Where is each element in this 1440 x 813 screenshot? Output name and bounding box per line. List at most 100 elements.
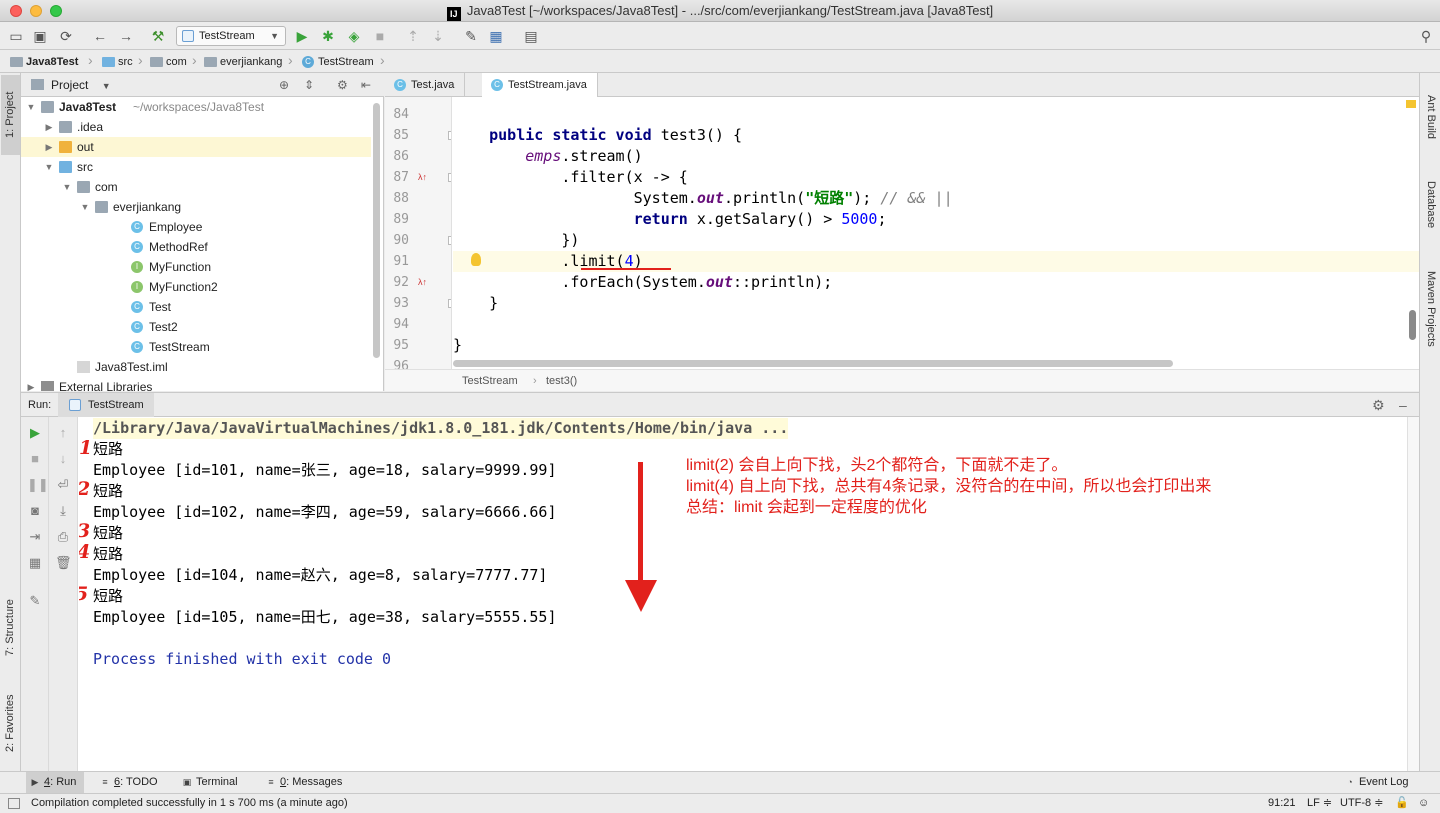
bottom-tab-messages[interactable]: ≡ 0: Messages (262, 772, 350, 793)
hide-icon[interactable]: ⇤ (361, 73, 371, 97)
editor-vertical-scrollbar[interactable] (1409, 310, 1416, 340)
project-tree-item[interactable]: C Employee (21, 217, 371, 237)
breadcrumb-com[interactable]: com (148, 54, 187, 70)
inspector-icon[interactable]: ☺ (1418, 794, 1429, 813)
project-tree-item[interactable]: I MyFunction (21, 257, 371, 277)
pause-icon[interactable]: ❚❚ (27, 477, 49, 493)
tool-tab-favorites[interactable]: 2: Favorites (1, 683, 20, 763)
tool-tab-structure[interactable]: 7: Structure (1, 588, 20, 668)
tool-tab-database[interactable]: Database (1421, 181, 1440, 241)
chevron-right-icon[interactable]: ▶ (43, 117, 55, 137)
run-tab-teststream[interactable]: TestStream (58, 393, 154, 417)
fold-marker-icon[interactable] (448, 236, 451, 245)
print-icon[interactable]: ⎙ (55, 529, 71, 545)
editor-tab-teststream[interactable]: C TestStream.java (482, 73, 598, 97)
breadcrumb-src[interactable]: src (100, 54, 133, 70)
chevron-down-icon[interactable]: ▼ (79, 197, 91, 217)
debug-icon[interactable]: ✱ (320, 28, 336, 44)
line-separator-select[interactable]: LF ≑ (1307, 794, 1332, 813)
soft-wrap-icon[interactable]: ⏎ (55, 477, 71, 493)
minimize-panel-icon[interactable]: – (1399, 393, 1407, 417)
minimize-window-button[interactable] (30, 5, 42, 17)
project-tree-item[interactable]: ▶ External Libraries (21, 377, 371, 391)
layout-icon[interactable]: ▦ (27, 555, 43, 571)
down-arrow-icon[interactable]: ↓ (55, 451, 71, 467)
camera-icon[interactable]: ◙ (27, 503, 43, 519)
sync-icon[interactable]: ⟳ (58, 28, 74, 44)
project-tree-item[interactable]: C Test2 (21, 317, 371, 337)
project-tree-item[interactable]: ▼ src (21, 157, 371, 177)
exit-icon[interactable]: ⇥ (27, 529, 43, 545)
project-tree-item[interactable]: C MethodRef (21, 237, 371, 257)
fold-marker-icon[interactable] (448, 299, 451, 308)
up-arrow-icon[interactable]: ↑ (55, 425, 71, 441)
project-view-select[interactable]: Project (51, 78, 88, 92)
chevron-right-icon[interactable]: ▶ (43, 137, 55, 157)
console-scrollbar[interactable] (1407, 417, 1419, 772)
fold-marker-icon[interactable] (448, 173, 451, 182)
chevron-down-icon[interactable]: ▼ (25, 97, 37, 117)
project-tree-item[interactable]: ▶ out (21, 137, 371, 157)
update-icon[interactable]: ⇡ (405, 28, 421, 44)
project-tree-item[interactable]: ▼ Java8Test ~/workspaces/Java8Test (21, 97, 371, 117)
run-icon[interactable]: ▶ (294, 28, 310, 44)
project-scrollbar[interactable] (373, 103, 380, 358)
rerun-icon[interactable]: ▶ (27, 425, 43, 441)
sdk-icon[interactable]: ▤ (523, 28, 539, 44)
maximize-window-button[interactable] (50, 5, 62, 17)
project-tree-item[interactable]: ▶ .idea (21, 117, 371, 137)
settings-wrench-icon[interactable]: ✎ (463, 28, 479, 44)
tool-tab-ant-build[interactable]: Ant Build (1421, 95, 1440, 155)
chevron-down-icon[interactable]: ▼ (102, 81, 111, 91)
breadcrumb-package[interactable]: everjiankang (202, 54, 282, 70)
close-window-button[interactable] (10, 5, 22, 17)
trash-icon[interactable]: 🗑 (55, 555, 72, 571)
stop-icon[interactable]: ■ (372, 28, 388, 44)
bottom-tab-todo[interactable]: ≡ 6: TODO (96, 772, 166, 793)
project-tree-item[interactable]: I MyFunction2 (21, 277, 371, 297)
lock-icon[interactable]: 🔓 (1395, 794, 1409, 813)
back-icon[interactable]: ← (92, 28, 108, 44)
code-area[interactable]: public static void test3() { emps.stream… (453, 97, 1419, 369)
editor-crumb-class[interactable]: TestStream (462, 370, 518, 392)
scroll-to-end-icon[interactable]: ⤓ (55, 503, 71, 519)
project-structure-icon[interactable]: ▦ (488, 28, 504, 44)
project-tree-item[interactable]: ▼ com (21, 177, 371, 197)
editor-tab-test[interactable]: C Test.java (385, 73, 466, 97)
project-tree-item[interactable]: C Test (21, 297, 371, 317)
project-tree-item[interactable]: ▼ everjiankang (21, 197, 371, 217)
save-icon[interactable]: ▣ (32, 28, 48, 44)
bottom-tab-terminal[interactable]: ▣ Terminal (178, 772, 246, 793)
gear-icon[interactable]: ⚙ (337, 73, 348, 97)
run-configuration-select[interactable]: TestStream ▼ (176, 26, 286, 46)
editor-horizontal-scrollbar[interactable] (453, 360, 1173, 367)
pin-icon[interactable]: ✎ (27, 593, 43, 609)
editor-crumb-method[interactable]: test3() (546, 370, 577, 392)
chevron-down-icon[interactable]: ▼ (61, 177, 73, 197)
project-tree-item[interactable]: C TestStream (21, 337, 371, 357)
bottom-tab-run[interactable]: ▶ 4: Run (26, 772, 85, 793)
lightbulb-icon[interactable] (471, 253, 481, 266)
breadcrumb-project[interactable]: Java8Test (8, 54, 78, 70)
breadcrumb-class[interactable]: C TestStream (300, 54, 374, 70)
project-tree-item[interactable]: Java8Test.iml (21, 357, 371, 377)
forward-icon[interactable]: → (118, 28, 134, 44)
locate-icon[interactable]: ⊕ (279, 73, 289, 97)
open-folder-icon[interactable]: ▭ (8, 28, 24, 44)
fold-marker-icon[interactable] (448, 131, 451, 140)
tool-tab-maven-projects[interactable]: Maven Projects (1421, 271, 1440, 361)
vcs-icon[interactable]: ⇣ (430, 28, 446, 44)
inspection-status-icon[interactable] (1406, 100, 1416, 108)
caret-position[interactable]: 91:21 (1268, 794, 1296, 813)
search-icon[interactable]: ⚲ (1418, 28, 1434, 44)
chevron-right-icon[interactable]: ▶ (25, 377, 37, 391)
build-hammer-icon[interactable]: ⚒ (150, 28, 166, 44)
bottom-tab-event-log[interactable]: ◔ Event Log (1341, 772, 1417, 793)
lambda-marker-icon[interactable]: λ↑ (418, 171, 430, 183)
chevron-down-icon[interactable]: ▼ (43, 157, 55, 177)
tool-tab-project[interactable]: 1: Project (1, 75, 20, 155)
gear-icon[interactable]: ⚙ (1372, 393, 1385, 417)
coverage-icon[interactable]: ◈ (346, 28, 362, 44)
tool-windows-icon[interactable] (8, 798, 20, 809)
collapse-icon[interactable]: ⇕ (304, 73, 314, 97)
